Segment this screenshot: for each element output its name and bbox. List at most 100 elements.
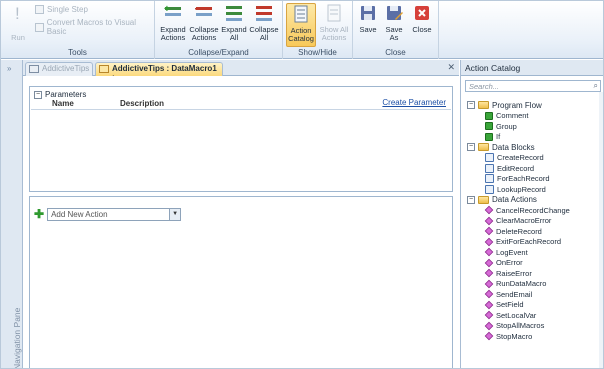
close-button[interactable]: Close (409, 3, 435, 34)
action-icon (484, 248, 494, 257)
block-icon (485, 174, 494, 184)
save-button[interactable]: Save (356, 3, 380, 34)
divider (31, 109, 451, 110)
flow-icon (485, 122, 493, 131)
action-icon (484, 311, 494, 320)
catalog-item-label: ClearMacroError (496, 216, 552, 226)
group-close: Save Save As Close Close (353, 1, 439, 59)
navigation-pane[interactable]: » Navigation Pane (1, 60, 23, 368)
window: ! Run Single Step Convert Macros to Visu… (0, 0, 604, 369)
convert-macros-button[interactable]: Convert Macros to Visual Basic (35, 18, 154, 36)
save-as-icon (387, 6, 403, 20)
group-label-close: Close (385, 48, 406, 57)
save-as-button[interactable]: Save As (382, 3, 406, 42)
catalog-item[interactable]: ClearMacroError (467, 216, 603, 227)
macro-icon (99, 65, 109, 73)
catalog-item[interactable]: SetField (467, 300, 603, 311)
actions-area: ✚ Add New Action ▼ (29, 196, 453, 368)
expand-chevron-icon[interactable]: » (7, 64, 11, 73)
collapse-actions-icon (195, 7, 212, 16)
catalog-item[interactable]: RaiseError (467, 268, 603, 279)
catalog-item-label: ExitForEachRecord (496, 237, 562, 247)
collapse-actions-button[interactable]: Collapse Actions (188, 3, 220, 42)
catalog-item[interactable]: OnError (467, 258, 603, 269)
parameters-panel: − Parameters Name Description Create Par… (29, 86, 453, 192)
catalog-item-label: OnError (496, 258, 523, 268)
svg-text:!: ! (15, 4, 20, 23)
action-icon (484, 290, 494, 299)
expand-actions-button[interactable]: + Expand Actions (158, 3, 188, 42)
catalog-item[interactable]: StopMacro (467, 331, 603, 342)
tab-datamacro1[interactable]: AddictiveTips : DataMacro1 : (95, 62, 223, 82)
catalog-item-label: StopMacro (496, 331, 533, 341)
action-icon (484, 332, 494, 341)
vertical-scrollbar[interactable] (599, 92, 603, 368)
catalog-item[interactable]: ExitForEachRecord (467, 237, 603, 248)
collapse-icon[interactable]: − (467, 101, 475, 110)
close-tab-icon[interactable]: ✕ (447, 62, 455, 73)
search-icon[interactable]: ⌕ (594, 81, 598, 91)
create-parameter-link[interactable]: Create Parameter (382, 98, 446, 107)
catalog-item-label: CancelRecordChange (496, 205, 570, 215)
collapse-icon[interactable]: − (34, 90, 42, 99)
action-icon (484, 237, 494, 246)
svg-text:+: + (164, 4, 170, 15)
block-icon (485, 163, 494, 173)
catalog-item-label: RaiseError (496, 268, 532, 278)
expand-all-icon (226, 6, 242, 21)
action-catalog-button[interactable]: Action Catalog (286, 3, 316, 47)
tab-addictivetips[interactable]: AddictiveTips (25, 62, 93, 76)
action-catalog-pane: Action Catalog Search... ⌕ − Program Flow… (460, 60, 603, 368)
run-button[interactable]: ! Run (5, 3, 31, 42)
add-action-row: ✚ Add New Action ▼ (34, 207, 182, 221)
catalog-group[interactable]: − Data Blocks (467, 142, 603, 153)
catalog-item[interactable]: LogEvent (467, 247, 603, 258)
collapse-icon[interactable]: − (467, 195, 475, 204)
action-icon (484, 269, 494, 278)
catalog-item[interactable]: Comment (467, 111, 603, 122)
show-all-actions-button[interactable]: Show All Actions (317, 3, 351, 42)
catalog-item[interactable]: EditRecord (467, 163, 603, 174)
catalog-item[interactable]: CancelRecordChange (467, 205, 603, 216)
catalog-item[interactable]: SetLocalVar (467, 310, 603, 321)
folder-icon (478, 101, 489, 110)
table-icon (29, 65, 39, 73)
action-tree: − Program Flow Comment Group If − Data Blocks C… (467, 100, 603, 342)
catalog-item[interactable]: SendEmail (467, 289, 603, 300)
action-icon (484, 227, 494, 236)
catalog-item[interactable]: DeleteRecord (467, 226, 603, 237)
action-icon (484, 258, 494, 267)
group-tools: ! Run Single Step Convert Macros to Visu… (1, 1, 155, 59)
expand-actions-icon: + (164, 4, 181, 16)
collapse-all-button[interactable]: Collapse All (248, 3, 280, 42)
single-step-button[interactable]: Single Step (35, 5, 88, 14)
catalog-item[interactable]: RunDataMacro (467, 279, 603, 290)
parameters-header[interactable]: − Parameters (34, 90, 86, 99)
save-icon (361, 6, 375, 20)
action-icon (484, 279, 494, 288)
add-new-action-combobox[interactable]: Add New Action ▼ (47, 207, 182, 221)
catalog-item[interactable]: ForEachRecord (467, 174, 603, 185)
catalog-group[interactable]: − Program Flow (467, 100, 603, 111)
catalog-item-label: If (496, 132, 501, 142)
convert-icon (35, 22, 44, 32)
group-label-show-hide: Show/Hide (298, 48, 337, 57)
catalog-item-label: DeleteRecord (496, 226, 542, 236)
catalog-item[interactable]: StopAllMacros (467, 321, 603, 332)
catalog-item-label: Comment (496, 111, 529, 121)
catalog-item[interactable]: If (467, 132, 603, 143)
single-step-icon (35, 5, 44, 14)
flow-icon (485, 111, 493, 120)
show-all-actions-icon (327, 4, 341, 22)
collapse-icon[interactable]: − (467, 143, 475, 152)
expand-all-button[interactable]: Expand All (220, 3, 248, 42)
catalog-group[interactable]: − Data Actions (467, 195, 603, 206)
catalog-item[interactable]: CreateRecord (467, 153, 603, 164)
catalog-item-label: EditRecord (497, 163, 535, 173)
catalog-search-input[interactable]: Search... ⌕ (465, 80, 601, 92)
catalog-group-label: Data Actions (492, 195, 537, 205)
dropdown-arrow-icon[interactable]: ▼ (169, 208, 181, 220)
catalog-item[interactable]: LookupRecord (467, 184, 603, 195)
catalog-item[interactable]: Group (467, 121, 603, 132)
catalog-item-label: RunDataMacro (496, 279, 547, 289)
